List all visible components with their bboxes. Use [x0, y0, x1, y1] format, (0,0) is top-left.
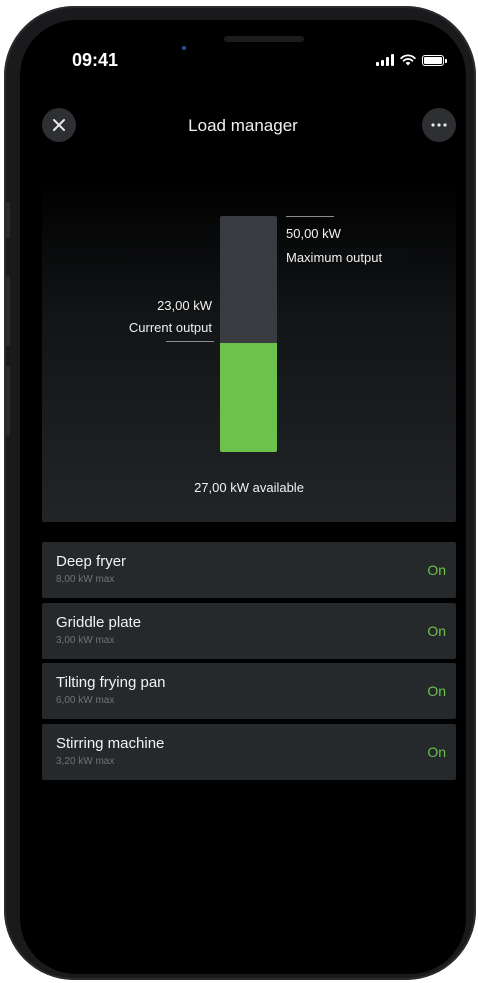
speaker-grille — [224, 36, 304, 42]
more-icon — [431, 123, 447, 127]
more-options-button[interactable] — [422, 108, 456, 142]
device-state[interactable]: On — [427, 683, 446, 699]
device-max-power: 3,00 kW max — [56, 634, 115, 646]
device-row[interactable]: Tilting frying pan 6,00 kW max On — [42, 663, 456, 719]
current-output-value: 23,00 kW — [157, 298, 212, 313]
camera-indicator — [182, 46, 186, 50]
device-max-power: 6,00 kW max — [56, 695, 115, 706]
status-icons — [376, 54, 447, 66]
device-name: Tilting frying pan — [56, 674, 166, 691]
current-output-marker — [166, 341, 214, 342]
device-name: Griddle plate — [56, 613, 142, 631]
volume-down-button — [5, 366, 10, 436]
mute-switch — [5, 202, 10, 238]
current-output-label: Current output — [128, 320, 212, 335]
available-text: 27,00 kW available — [194, 480, 304, 495]
device-max-power: 3,20 kW max — [56, 755, 115, 767]
volume-up-button — [5, 276, 10, 346]
battery-icon — [422, 54, 447, 66]
max-output-marker — [286, 216, 334, 217]
device-name: Stirring machine — [56, 734, 165, 752]
device-state[interactable]: On — [427, 562, 446, 578]
page-title: Load manager — [188, 116, 298, 135]
device-row[interactable]: Griddle plate 3,00 kW max On — [42, 602, 456, 659]
phone-frame: 09:41 Load manager 50,00 kW Maximum outp… — [4, 6, 476, 980]
cellular-signal-icon — [376, 54, 394, 66]
device-row[interactable]: Deep fryer 8,00 kW max On — [42, 542, 456, 598]
device-state[interactable]: On — [427, 744, 446, 760]
device-name: Deep fryer — [56, 553, 127, 570]
wifi-icon — [400, 54, 416, 66]
status-time: 09:41 — [72, 50, 119, 70]
load-gauge-panel: 50,00 kW Maximum output 23,00 kW Current… — [42, 180, 456, 522]
device-list: Deep fryer 8,00 kW max On Griddle plate … — [42, 542, 456, 784]
device-row[interactable]: Stirring machine 3,20 kW max On — [42, 723, 456, 780]
app-screen: 09:41 Load manager 50,00 kW Maximum outp… — [20, 20, 466, 974]
device-max-power: 8,00 kW max — [56, 574, 115, 585]
max-output-value: 50,00 kW — [286, 226, 341, 241]
output-bar — [220, 216, 277, 452]
available-fill — [220, 343, 277, 452]
max-output-label: Maximum output — [286, 248, 411, 269]
device-state[interactable]: On — [427, 623, 446, 639]
